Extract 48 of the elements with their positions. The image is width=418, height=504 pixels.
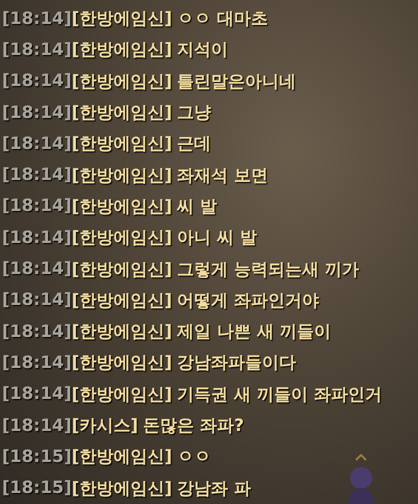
chat-sender: [한방에임신] — [72, 321, 172, 344]
chat-time: [18:14] — [2, 384, 72, 404]
chat-time: [18:14] — [2, 322, 72, 342]
chat-sender: [한방에임신] — [72, 164, 172, 187]
chat-message: 강남좌파들이다 — [177, 352, 296, 374]
chat-sender: [한방에임신] — [72, 70, 172, 93]
chat-message: 돈많은 좌파? — [143, 415, 244, 437]
chat-message: 제일 나쁜 새 끼들이 — [177, 321, 331, 344]
chat-sender: [한방에임신] — [72, 133, 172, 156]
chat-message: 틀린말은아니네 — [177, 70, 296, 93]
chat-time: [18:14] — [2, 416, 72, 436]
chat-time: [18:15] — [2, 478, 72, 498]
chat-sender: [카시스] — [72, 415, 138, 437]
chat-message: ㅇㅇ — [177, 446, 212, 468]
chat-sender: [한방에임신] — [72, 258, 172, 281]
chat-sender: [한방에임신] — [72, 39, 172, 62]
chat-sender: [한방에임신] — [72, 446, 172, 468]
chat-time: [18:14] — [2, 102, 72, 123]
chat-sender: [한방에임신] — [72, 227, 172, 250]
chat-time: [18:14] — [2, 290, 72, 310]
chat-time: [18:14] — [2, 196, 72, 216]
chat-sender: [한방에임신] — [72, 478, 172, 500]
chat-time: [18:14] — [2, 228, 72, 248]
chat-time: [18:15] — [2, 446, 72, 467]
chat-sender: [한방에임신] — [72, 352, 172, 374]
chat-message: 아니 씨 발 — [177, 227, 258, 250]
chat-message: 강남좌 파 — [177, 478, 252, 500]
chat-time: [18:14] — [2, 8, 72, 29]
chat-time: [18:14] — [2, 352, 72, 373]
chat-time: [18:14] — [2, 71, 72, 92]
chat-time: [18:14] — [2, 134, 72, 154]
chat-sender: [한방에임신] — [72, 290, 172, 312]
chat-message: 좌재석 보면 — [177, 164, 268, 187]
chat-message: 기득권 새 끼들이 좌파인거 — [177, 384, 382, 406]
chat-sender: [한방에임신] — [72, 384, 172, 406]
chat-sender: [한방에임신] — [72, 8, 172, 30]
chat-sender: [한방에임신] — [72, 102, 172, 124]
chat-time: [18:14] — [2, 40, 72, 60]
chat-sender: [한방에임신] — [72, 196, 172, 218]
chat-message: ㅇㅇ 대마초 — [177, 8, 268, 30]
chat-message: 지석이 — [177, 39, 228, 62]
chat-message: 그냥 — [177, 102, 212, 124]
chat-message: 그렇게 능력되는새 끼가 — [177, 258, 360, 281]
chat-time: [18:14] — [2, 165, 72, 186]
chat-message: 씨 발 — [177, 196, 218, 218]
chat-message: 근데 — [177, 133, 212, 156]
chat-time: [18:14] — [2, 259, 72, 280]
chat-message: 어떻게 좌파인거야 — [177, 290, 320, 312]
